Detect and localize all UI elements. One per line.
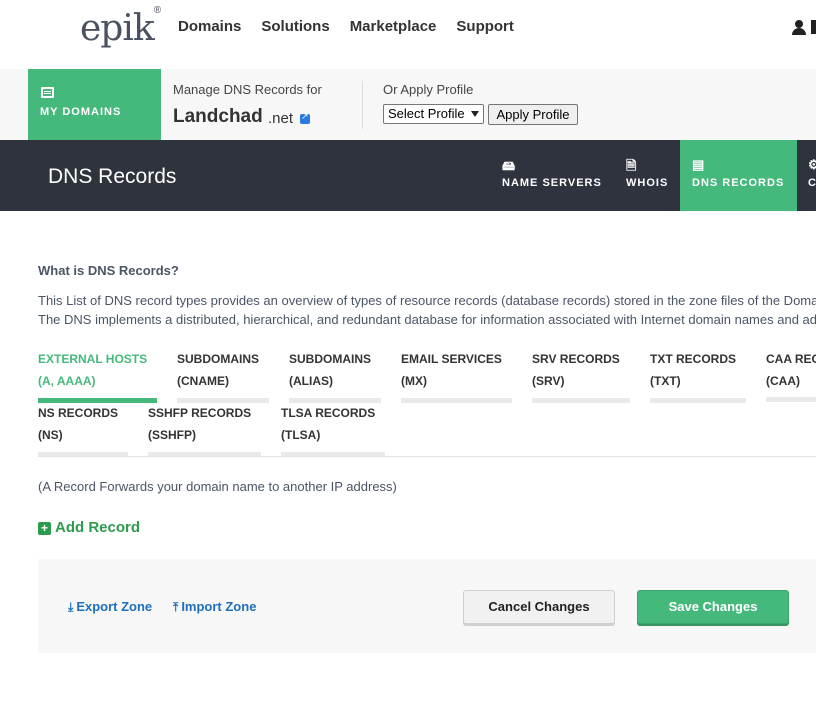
info-title: What is DNS Records? <box>38 263 179 278</box>
record-tab-name: NS RECORDS <box>38 406 119 420</box>
external-link-icon[interactable] <box>300 111 310 124</box>
record-tab-name: TXT RECORDS <box>650 352 737 366</box>
document-icon: 🗎 <box>626 158 638 173</box>
nav-solutions[interactable]: Solutions <box>261 18 329 35</box>
upload-icon: ⤒ <box>173 600 179 614</box>
record-tab-name: SUBDOMAINS <box>289 352 372 366</box>
record-tab-sub: (CAA) <box>766 374 800 388</box>
tab-name-servers-label: NAME SERVERS <box>502 177 602 189</box>
record-tab-sub: (ALIAS) <box>289 374 333 388</box>
info-description: This List of DNS record types provides a… <box>38 291 816 329</box>
tab-dns-records[interactable]: ▤ DNS RECORDS <box>680 140 797 211</box>
gear-icon: ⚙ <box>808 157 816 172</box>
main-nav: Domains Solutions Marketplace Support <box>178 18 514 35</box>
record-tab-srv[interactable]: SRV RECORDS (SRV) <box>532 348 630 403</box>
record-tab-subdomains-cname[interactable]: SUBDOMAINS (CNAME) <box>177 348 269 403</box>
record-tab-name: EXTERNAL HOSTS <box>38 352 148 366</box>
record-tab-sub: (SSHFP) <box>148 428 196 442</box>
tab-whois[interactable]: 🗎 WHOIS <box>614 140 680 211</box>
record-tab-sub: (TLSA) <box>281 428 321 442</box>
record-tab-external-hosts[interactable]: EXTERNAL HOSTS (A, AAAA) <box>38 348 157 403</box>
profile-select[interactable]: Select Profile <box>383 104 484 124</box>
record-tab-name: CAA REC <box>766 352 816 366</box>
record-tab-sub: (TXT) <box>650 374 681 388</box>
zone-actions: ⤓ Export Zone ⤒ Import Zone Cancel Changes… <box>38 559 816 653</box>
record-tab-name: SRV RECORDS <box>532 352 620 366</box>
tab-underline <box>766 397 816 402</box>
record-tab-subdomains-alias[interactable]: SUBDOMAINS (ALIAS) <box>289 348 381 403</box>
server-icon: 🖴 <box>502 158 517 173</box>
tab-underline <box>650 398 746 403</box>
nav-domains[interactable]: Domains <box>178 18 241 35</box>
cancel-changes-button[interactable]: Cancel Changes <box>463 590 615 624</box>
info-line-1: This List of DNS record types provides a… <box>38 293 816 308</box>
export-zone-label: Export Zone <box>76 599 153 614</box>
profile-select-value: Select Profile <box>388 106 465 121</box>
list-icon <box>41 87 54 98</box>
save-changes-button[interactable]: Save Changes <box>637 590 789 624</box>
record-type-note: (A Record Forwards your domain name to a… <box>38 479 397 494</box>
tab-underline <box>401 398 512 403</box>
record-tab-caa[interactable]: CAA REC (CAA) <box>766 348 816 408</box>
record-tab-name: EMAIL SERVICES <box>401 352 502 366</box>
tab-more[interactable]: ⚙ C <box>797 140 816 211</box>
manage-dns-label: Manage DNS Records for <box>173 82 322 97</box>
record-tab-ns[interactable]: NS RECORDS (NS) <box>38 402 128 457</box>
record-tab-sshfp[interactable]: SSHFP RECORDS (SSHFP) <box>148 402 261 457</box>
top-navigation: epik® Domains Solutions Marketplace Supp… <box>0 0 816 69</box>
nav-marketplace[interactable]: Marketplace <box>350 18 437 35</box>
add-record-label: Add Record <box>55 519 141 536</box>
domain-tld: .net <box>268 110 294 127</box>
record-tab-name: SSHFP RECORDS <box>148 406 252 420</box>
nav-support[interactable]: Support <box>456 18 514 35</box>
epik-logo[interactable]: epik® <box>80 5 161 49</box>
my-domains-button[interactable]: MY DOMAINS <box>28 69 161 140</box>
import-zone-label: Import Zone <box>181 599 257 614</box>
tab-name-servers[interactable]: 🖴 NAME SERVERS <box>490 140 612 211</box>
record-tab-email-services[interactable]: EMAIL SERVICES (MX) <box>401 348 512 403</box>
apply-profile-label: Or Apply Profile <box>383 82 474 97</box>
tab-whois-label: WHOIS <box>626 177 669 189</box>
user-icon[interactable] <box>792 20 806 36</box>
add-record-button[interactable]: + Add Record <box>38 519 140 536</box>
export-zone-link[interactable]: ⤓ Export Zone <box>68 599 152 615</box>
page-title: DNS Records <box>48 165 177 188</box>
logo-registered-mark: ® <box>153 5 161 16</box>
record-tab-name: SUBDOMAINS <box>177 352 260 366</box>
tab-dns-records-label: DNS RECORDS <box>692 177 785 189</box>
record-tab-sub: (A, AAAA) <box>38 374 96 388</box>
record-tab-name: TLSA RECORDS <box>281 406 376 420</box>
domain-name: Landchad <box>173 106 263 127</box>
record-tab-sub: (MX) <box>401 374 427 388</box>
record-tab-sub: (NS) <box>38 428 63 442</box>
divider <box>38 456 816 457</box>
record-tab-sub: (SRV) <box>532 374 565 388</box>
account-menu-cut[interactable] <box>811 20 816 34</box>
record-tab-tlsa[interactable]: TLSA RECORDS (TLSA) <box>281 402 385 457</box>
download-icon: ⤓ <box>68 600 74 614</box>
tab-more-label: C <box>808 177 816 189</box>
import-zone-link[interactable]: ⤒ Import Zone <box>173 599 256 615</box>
divider <box>362 81 363 129</box>
list-icon: ▤ <box>692 157 706 172</box>
record-tab-sub: (CNAME) <box>177 374 229 388</box>
apply-profile-button[interactable]: Apply Profile <box>488 104 578 125</box>
logo-text: epik <box>80 8 155 49</box>
plus-icon: + <box>38 522 51 535</box>
record-tab-txt[interactable]: TXT RECORDS (TXT) <box>650 348 746 403</box>
chevron-down-icon <box>471 111 479 117</box>
tab-underline <box>532 398 630 403</box>
my-domains-label: MY DOMAINS <box>40 106 122 118</box>
manage-bar: MY DOMAINS Manage DNS Records for Landch… <box>0 69 816 140</box>
info-line-2: The DNS implements a distributed, hierar… <box>38 312 816 327</box>
section-header: DNS Records 🖴 NAME SERVERS 🗎 WHOIS ▤ DNS… <box>0 140 816 211</box>
